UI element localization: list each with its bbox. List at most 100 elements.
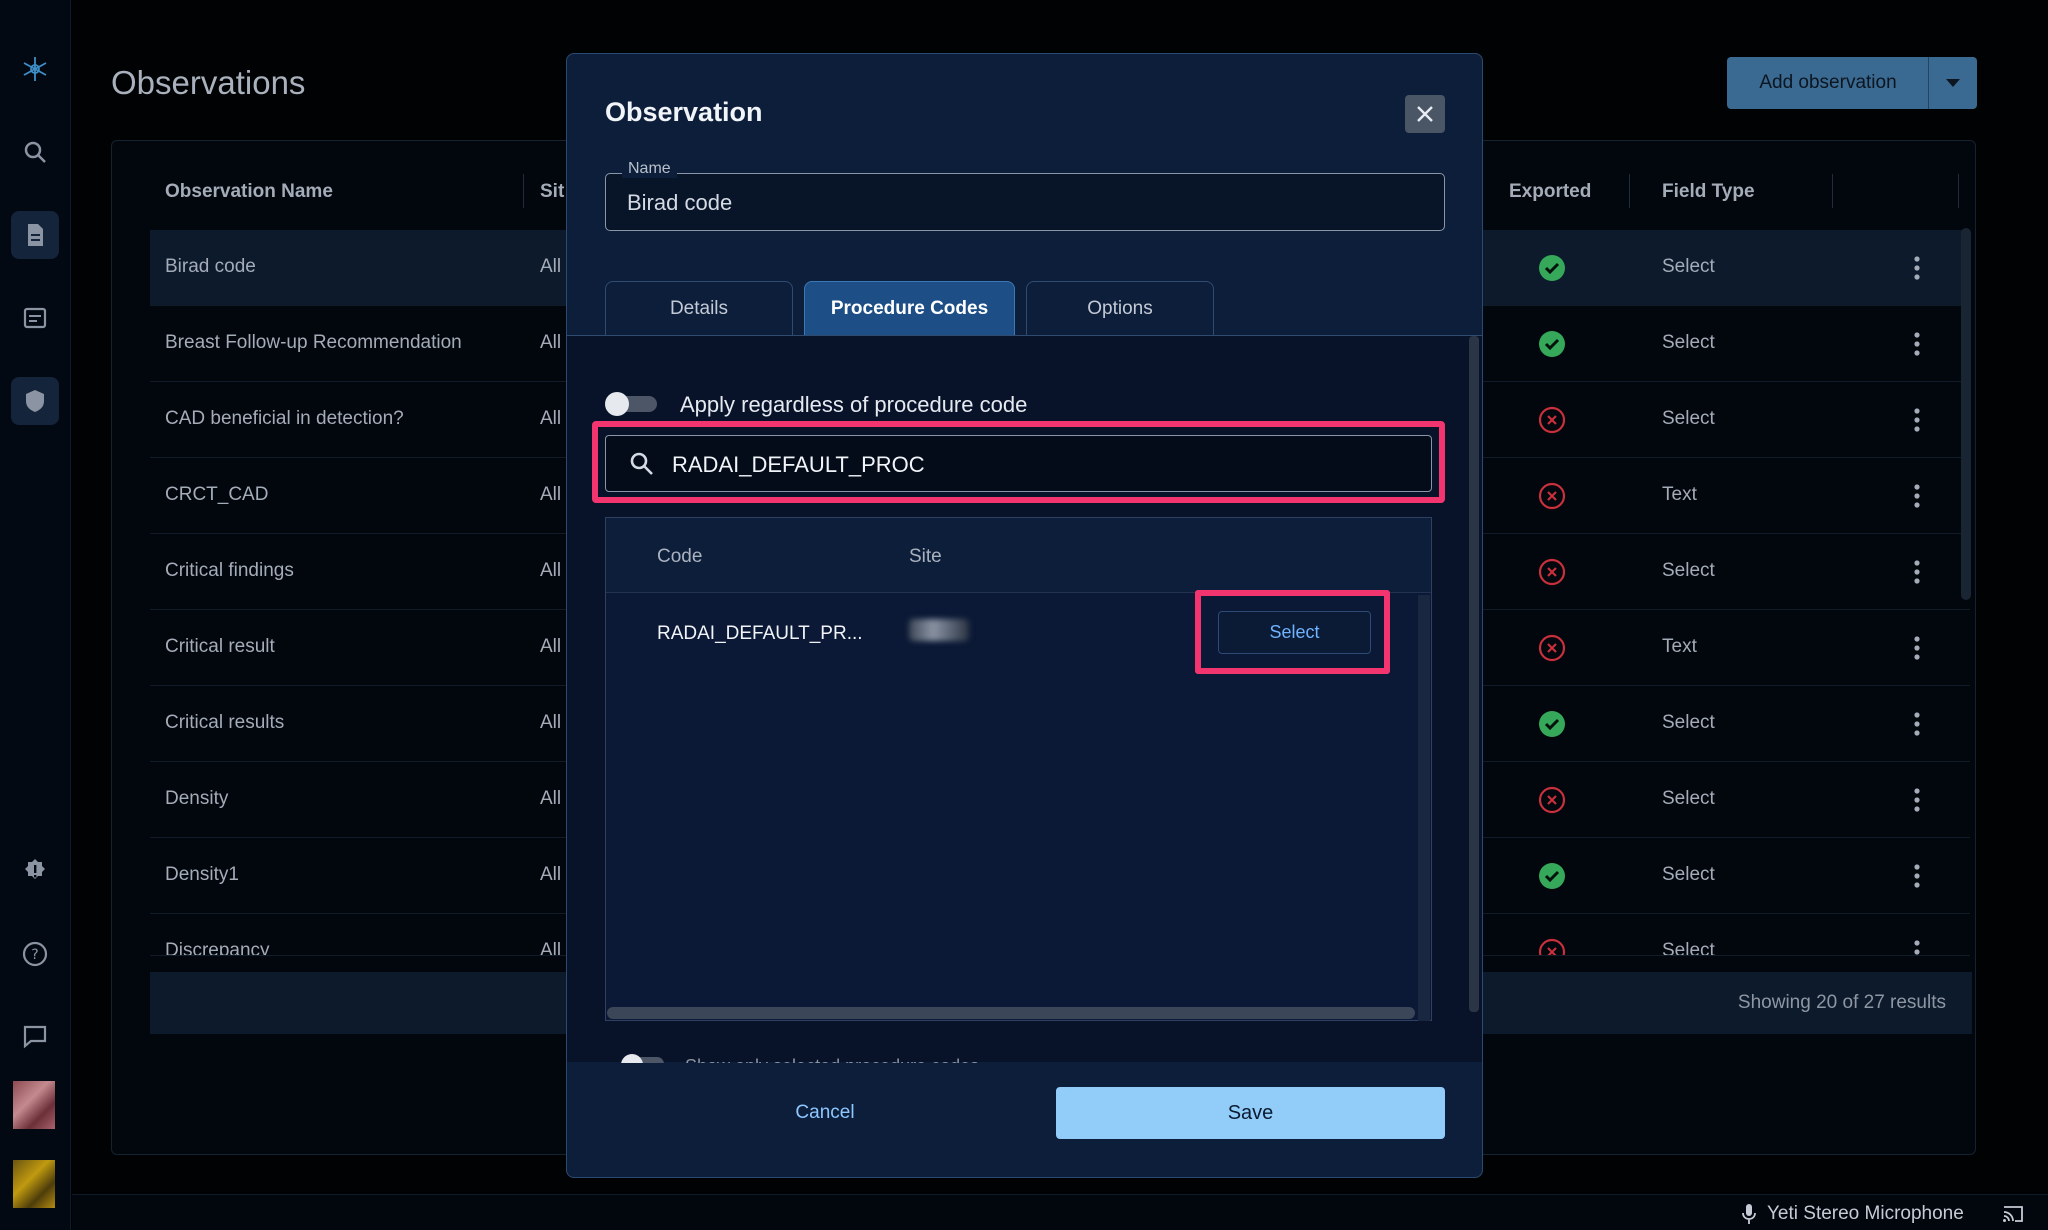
observation-site: All (540, 712, 562, 733)
column-header-exported[interactable]: Exported (1509, 181, 1591, 203)
more-options-icon[interactable] (1912, 482, 1922, 510)
exported-check-icon (1539, 331, 1565, 357)
observation-name: CAD beneficial in detection? (165, 408, 404, 429)
document-icon[interactable] (11, 211, 59, 259)
observation-name: Critical result (165, 636, 275, 657)
add-observation-button[interactable]: Add observation (1727, 57, 1929, 109)
svg-text:?: ? (31, 947, 38, 963)
field-type: Select (1662, 408, 1715, 429)
tab-options[interactable]: Options (1026, 281, 1214, 336)
field-type: Select (1662, 940, 1715, 956)
observation-site: All (540, 864, 562, 885)
field-type: Select (1662, 332, 1715, 353)
observation-site: All (540, 256, 562, 277)
microphone-icon (1742, 1204, 1756, 1224)
table-scrollbar[interactable] (1961, 228, 1971, 600)
org-avatar[interactable] (13, 1160, 55, 1208)
save-button[interactable]: Save (1056, 1087, 1445, 1139)
field-type: Text (1662, 484, 1697, 505)
observation-site: All (540, 636, 562, 657)
more-options-icon[interactable] (1912, 634, 1922, 662)
procedure-code-cell: RADAI_DEFAULT_PR... (657, 623, 863, 644)
field-type: Select (1662, 712, 1715, 733)
observation-name: CRCT_CAD (165, 484, 269, 505)
add-observation-menu-button[interactable] (1928, 57, 1977, 109)
avatar[interactable] (13, 1081, 55, 1129)
more-options-icon[interactable] (1912, 330, 1922, 358)
column-divider (1958, 174, 1959, 208)
table-vertical-scrollbar[interactable] (1418, 595, 1430, 1021)
field-type: Select (1662, 560, 1715, 581)
observation-name: Discrepancy (165, 940, 270, 956)
observation-site: All (540, 484, 562, 505)
observation-name: Breast Follow-up Recommendation (165, 332, 462, 353)
search-icon (630, 452, 653, 475)
not-exported-x-icon (1538, 482, 1566, 510)
show-selected-toggle[interactable] (618, 1053, 666, 1063)
apply-regardless-toggle[interactable] (603, 392, 661, 416)
logo-icon[interactable] (11, 45, 59, 93)
observation-name: Birad code (165, 256, 256, 277)
column-header-code[interactable]: Code (657, 546, 702, 568)
select-button[interactable]: Select (1218, 611, 1371, 654)
app-window: ? Observations Add observation Observati… (0, 0, 2048, 1230)
search-icon[interactable] (11, 128, 59, 176)
microphone-status: Yeti Stereo Microphone (1767, 1203, 1964, 1224)
name-field-value[interactable]: Birad code (627, 190, 732, 216)
help-icon[interactable]: ? (11, 930, 59, 978)
shield-icon[interactable] (11, 377, 59, 425)
observation-site: All (540, 332, 562, 353)
column-header-site[interactable]: Site (909, 546, 942, 568)
name-field-label: Name (622, 160, 677, 178)
show-selected-label: Show only selected procedure codes (685, 1051, 1015, 1063)
modal-title: Observation (605, 97, 763, 127)
observation-name: Critical findings (165, 560, 294, 581)
observation-site: All (540, 788, 562, 809)
column-header-site[interactable]: Sit (540, 181, 564, 203)
column-header-field-type[interactable]: Field Type (1662, 181, 1755, 203)
sidebar: ? (0, 0, 71, 1230)
chat-icon[interactable] (11, 1012, 59, 1060)
close-icon (1417, 106, 1433, 122)
table-horizontal-scrollbar[interactable] (607, 1007, 1415, 1019)
more-options-icon[interactable] (1912, 938, 1922, 956)
results-count: Showing 20 of 27 results (1737, 992, 1946, 1013)
apply-regardless-label: Apply regardless of procedure code (680, 392, 1028, 417)
not-exported-x-icon (1538, 558, 1566, 586)
exported-check-icon (1539, 711, 1565, 737)
cancel-button[interactable]: Cancel (740, 1087, 910, 1139)
field-type: Select (1662, 788, 1715, 809)
report-icon[interactable] (11, 294, 59, 342)
column-divider (1629, 174, 1630, 208)
column-header-name[interactable]: Observation Name (165, 181, 333, 203)
field-type: Select (1662, 864, 1715, 885)
more-options-icon[interactable] (1912, 862, 1922, 890)
more-options-icon[interactable] (1912, 558, 1922, 586)
observation-name: Critical results (165, 712, 285, 733)
close-button[interactable] (1405, 95, 1445, 133)
more-options-icon[interactable] (1912, 406, 1922, 434)
field-type: Text (1662, 636, 1697, 657)
panel-scrollbar[interactable] (1469, 336, 1479, 1012)
column-divider (523, 174, 524, 208)
observation-name: Density (165, 788, 229, 809)
not-exported-x-icon (1538, 938, 1566, 955)
cast-icon[interactable] (2002, 1204, 2024, 1224)
page-title: Observations (111, 64, 306, 101)
tab-details[interactable]: Details (605, 281, 793, 336)
search-input-value[interactable]: RADAI_DEFAULT_PROC (672, 452, 925, 478)
exported-check-icon (1539, 255, 1565, 281)
chevron-down-icon (1946, 79, 1960, 87)
more-options-icon[interactable] (1912, 254, 1922, 282)
alert-badge-icon[interactable] (11, 847, 59, 895)
not-exported-x-icon (1538, 634, 1566, 662)
more-options-icon[interactable] (1912, 710, 1922, 738)
exported-check-icon (1539, 863, 1565, 889)
tab-procedure-codes[interactable]: Procedure Codes (804, 281, 1015, 336)
observation-name: Density1 (165, 864, 239, 885)
field-type: Select (1662, 256, 1715, 277)
procedure-code-table-header (606, 518, 1431, 593)
column-divider (1832, 174, 1833, 208)
more-options-icon[interactable] (1912, 786, 1922, 814)
not-exported-x-icon (1538, 786, 1566, 814)
